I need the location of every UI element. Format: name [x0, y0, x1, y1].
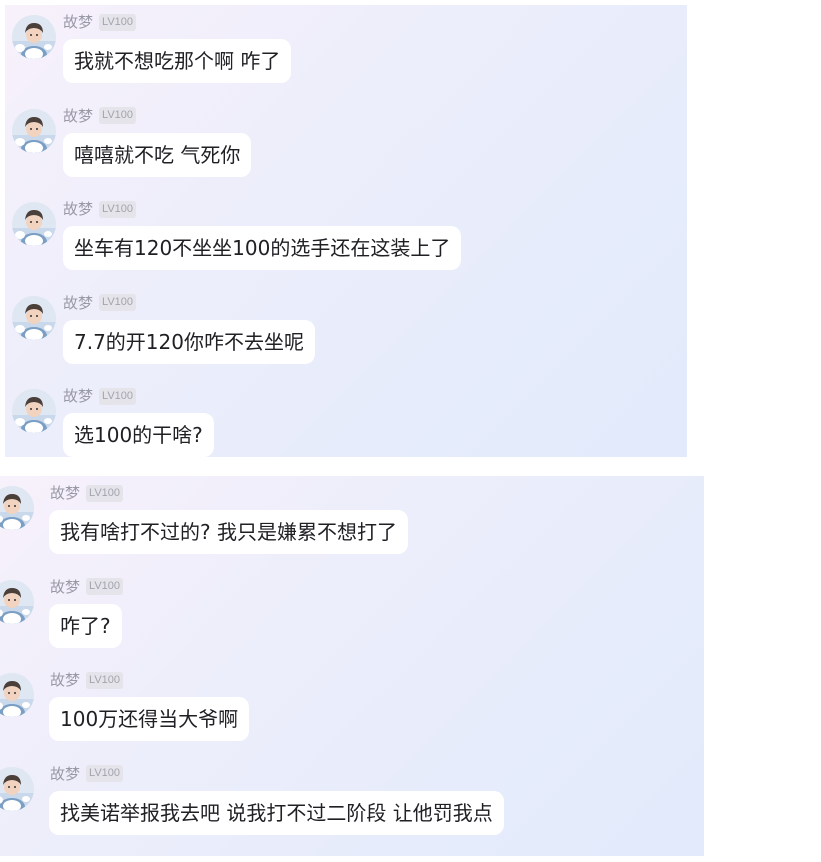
chat-message: 故梦 LV100 100万还得当大爷啊 — [0, 663, 704, 756]
user-avatar-icon[interactable] — [12, 202, 56, 246]
chat-message: 故梦 LV100 嘻嘻就不吃 气死你 — [5, 99, 687, 192]
message-bubble[interactable]: 我有啥打不过的? 我只是嫌累不想打了 — [49, 510, 408, 554]
sender-name[interactable]: 故梦 — [50, 764, 80, 784]
chat-panel-bottom: 故梦 LV100 我有啥打不过的? 我只是嫌累不想打了 故梦 LV100 咋了? — [0, 476, 704, 856]
message-meta: 故梦 LV100 — [63, 12, 137, 32]
chat-message: 故梦 LV100 我就不想吃那个啊 咋了 — [5, 5, 687, 98]
message-meta: 故梦 LV100 — [50, 764, 124, 784]
chat-message: 故梦 LV100 7.7的开120你咋不去坐呢 — [5, 286, 687, 379]
user-avatar-icon[interactable] — [0, 486, 34, 530]
sender-name[interactable]: 故梦 — [63, 293, 93, 313]
level-badge: LV100 — [86, 578, 124, 595]
sender-name[interactable]: 故梦 — [50, 577, 80, 597]
chat-message: 故梦 LV100 选100的干啥? — [5, 379, 687, 457]
message-meta: 故梦 LV100 — [63, 293, 137, 313]
level-badge: LV100 — [99, 107, 137, 124]
message-meta: 故梦 LV100 — [50, 670, 124, 690]
message-meta: 故梦 LV100 — [50, 483, 124, 503]
message-bubble[interactable]: 咋了? — [49, 603, 122, 648]
message-meta: 故梦 LV100 — [63, 386, 137, 406]
user-avatar-icon[interactable] — [12, 295, 56, 340]
sender-name[interactable]: 故梦 — [63, 199, 93, 219]
level-badge: LV100 — [86, 671, 124, 689]
user-avatar-icon[interactable] — [0, 579, 34, 624]
chat-message: 故梦 LV100 找美诺举报我去吧 说我打不过二阶段 让他罚我点 — [0, 757, 704, 850]
message-bubble[interactable]: 100万还得当大爷啊 — [49, 697, 250, 741]
message-bubble[interactable]: 嘻嘻就不吃 气死你 — [63, 132, 252, 177]
message-meta: 故梦 LV100 — [63, 199, 137, 219]
message-bubble[interactable]: 我就不想吃那个啊 咋了 — [63, 39, 292, 83]
sender-name[interactable]: 故梦 — [50, 670, 80, 690]
level-badge: LV100 — [99, 200, 137, 218]
level-badge: LV100 — [86, 484, 124, 502]
user-avatar-icon[interactable] — [0, 673, 34, 717]
chat-message: 故梦 LV100 咋了? — [0, 570, 704, 663]
chat-panel-top: 故梦 LV100 我就不想吃那个啊 咋了 故梦 LV100 嘻嘻就不吃 气死你 — [5, 5, 687, 457]
level-badge: LV100 — [99, 13, 137, 31]
message-meta: 故梦 LV100 — [63, 106, 137, 126]
message-meta: 故梦 LV100 — [50, 577, 124, 597]
message-bubble[interactable]: 找美诺举报我去吧 说我打不过二阶段 让他罚我点 — [49, 790, 504, 835]
level-badge: LV100 — [99, 294, 137, 311]
user-avatar-icon[interactable] — [0, 766, 34, 811]
sender-name[interactable]: 故梦 — [63, 386, 93, 406]
user-avatar-icon[interactable] — [12, 389, 56, 433]
message-bubble[interactable]: 7.7的开120你咋不去坐呢 — [63, 319, 315, 364]
chat-message: 故梦 LV100 我有啥打不过的? 我只是嫌累不想打了 — [0, 476, 704, 569]
level-badge: LV100 — [99, 387, 137, 405]
message-bubble[interactable]: 选100的干啥? — [63, 413, 214, 457]
user-avatar-icon[interactable] — [12, 15, 56, 59]
message-bubble[interactable]: 坐车有120不坐坐100的选手还在这装上了 — [63, 226, 462, 270]
sender-name[interactable]: 故梦 — [63, 12, 93, 32]
user-avatar-icon[interactable] — [12, 108, 56, 153]
sender-name[interactable]: 故梦 — [63, 106, 93, 126]
sender-name[interactable]: 故梦 — [50, 483, 80, 503]
level-badge: LV100 — [86, 765, 124, 782]
chat-message: 故梦 LV100 坐车有120不坐坐100的选手还在这装上了 — [5, 192, 687, 285]
